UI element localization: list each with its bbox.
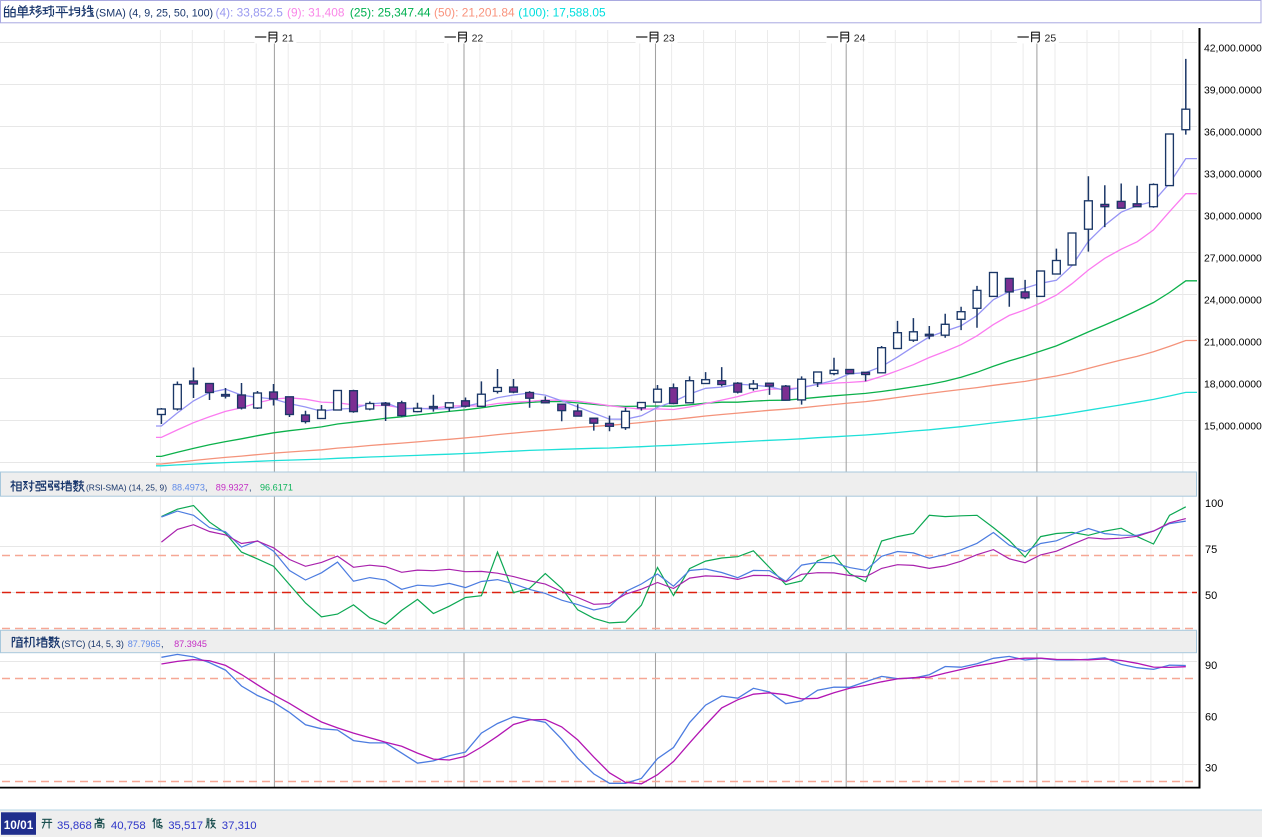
svg-text:30: 30: [1205, 763, 1217, 775]
svg-text:87.7965: 87.7965: [128, 639, 161, 649]
svg-text:,: ,: [249, 483, 252, 493]
svg-text:35,517: 35,517: [168, 820, 203, 832]
svg-text:24,000.0000: 24,000.0000: [1204, 296, 1262, 307]
svg-text:87.3945: 87.3945: [174, 639, 207, 649]
svg-text:75: 75: [1205, 544, 1217, 556]
svg-text:22: 22: [472, 33, 484, 45]
svg-text:,: ,: [205, 483, 208, 493]
svg-text:50: 50: [1205, 590, 1217, 602]
svg-text:27,000.0000: 27,000.0000: [1204, 254, 1262, 265]
svg-text:89.9327: 89.9327: [216, 483, 249, 493]
svg-text:40,758: 40,758: [111, 820, 146, 832]
svg-text:96.6171: 96.6171: [260, 483, 293, 493]
svg-text:88.4973: 88.4973: [172, 483, 205, 493]
svg-text:60: 60: [1205, 711, 1217, 723]
svg-text:100: 100: [1205, 498, 1223, 510]
svg-text:35,868: 35,868: [57, 820, 92, 832]
svg-text:,: ,: [161, 639, 164, 649]
svg-text:21: 21: [282, 33, 294, 45]
svg-text:(25): 25,347.44: (25): 25,347.44: [350, 6, 431, 20]
svg-text:(4): 33,852.5: (4): 33,852.5: [216, 6, 284, 20]
svg-text:90: 90: [1205, 660, 1217, 672]
svg-text:23: 23: [663, 33, 675, 45]
svg-text:42,000.0000: 42,000.0000: [1204, 44, 1262, 55]
svg-text:(SMA) (4, 9, 25, 50, 100): (SMA) (4, 9, 25, 50, 100): [96, 8, 214, 20]
svg-text:24: 24: [854, 33, 866, 45]
svg-text:(50): 21,201.84: (50): 21,201.84: [434, 6, 515, 20]
svg-text:10/01: 10/01: [4, 818, 34, 832]
svg-text:21,000.0000: 21,000.0000: [1204, 338, 1262, 349]
svg-text:(RSI-SMA) (14, 25, 9): (RSI-SMA) (14, 25, 9): [86, 483, 167, 493]
svg-text:18,000.0000: 18,000.0000: [1204, 380, 1262, 391]
svg-text:36,000.0000: 36,000.0000: [1204, 128, 1262, 139]
svg-text:(STC) (14, 5, 3): (STC) (14, 5, 3): [61, 639, 124, 649]
svg-text:39,000.0000: 39,000.0000: [1204, 86, 1262, 97]
svg-text:33,000.0000: 33,000.0000: [1204, 170, 1262, 181]
svg-text:15,000.0000: 15,000.0000: [1204, 422, 1262, 433]
svg-text:(100): 17,588.05: (100): 17,588.05: [518, 6, 606, 20]
svg-text:25: 25: [1045, 33, 1057, 45]
svg-text:37,310: 37,310: [222, 820, 257, 832]
svg-text:(9): 31,408: (9): 31,408: [287, 6, 345, 20]
svg-text:30,000.0000: 30,000.0000: [1204, 212, 1262, 223]
